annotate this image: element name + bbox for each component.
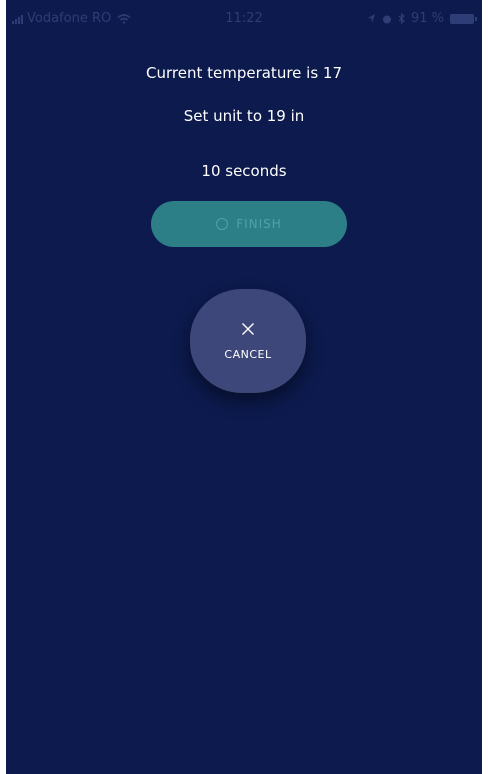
alarm-icon: [382, 15, 391, 23]
finish-button-label: FINISH: [236, 217, 282, 231]
countdown-text: 10 seconds: [201, 162, 287, 180]
bluetooth-icon: [398, 13, 405, 24]
cancel-button-label: CANCEL: [224, 347, 272, 361]
cancel-button[interactable]: CANCEL: [190, 289, 306, 393]
battery-percentage: 91 %: [410, 11, 444, 26]
spinner-icon: [216, 218, 229, 230]
status-right: 91 %: [367, 11, 477, 26]
app-screen: Vodafone RO 11:22 91 % Current temperatu…: [6, 0, 482, 774]
current-temperature-text: Current temperature is 17: [146, 64, 342, 82]
battery-icon: [450, 13, 477, 24]
set-unit-text: Set unit to 19 in: [183, 107, 305, 125]
status-bar: Vodafone RO 11:22 91 %: [6, 0, 482, 36]
location-icon: [367, 14, 375, 23]
finish-button[interactable]: FINISH: [151, 201, 347, 247]
close-icon: [242, 322, 254, 335]
